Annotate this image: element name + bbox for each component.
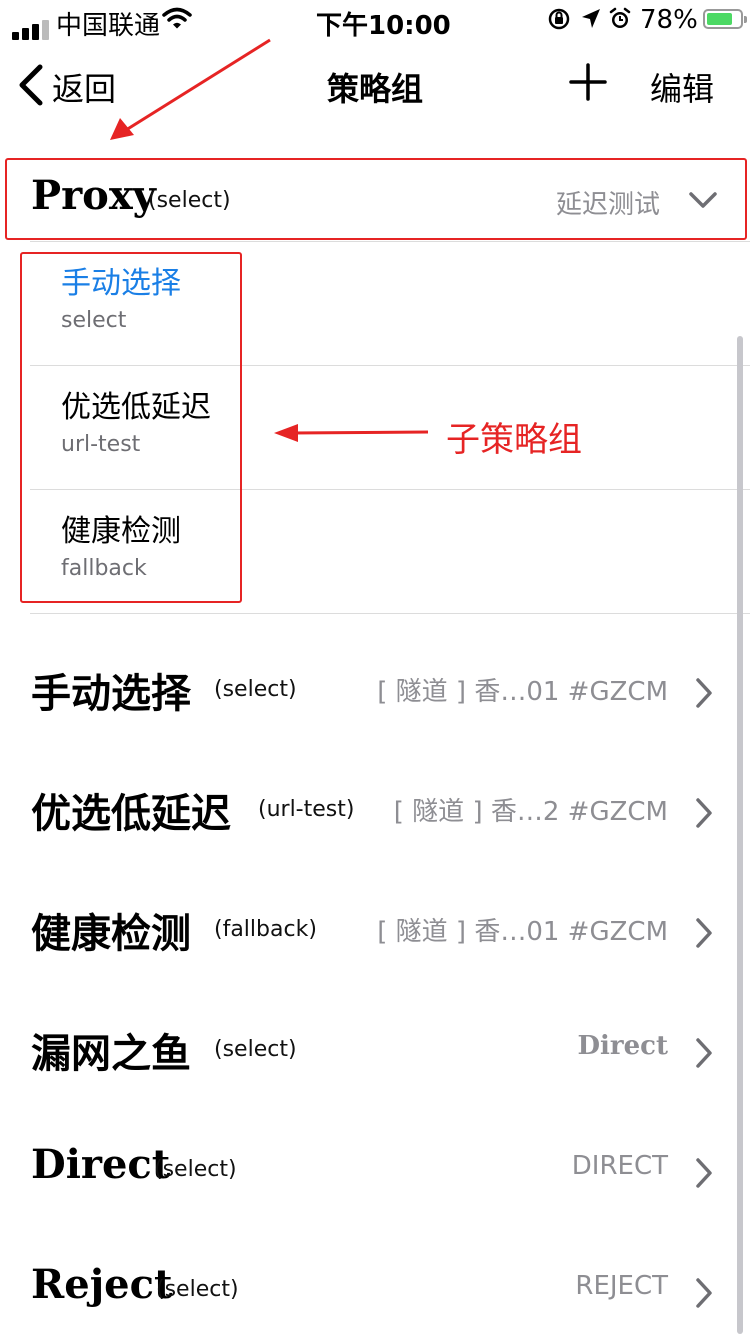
group-current-value: [ 隧道 ] 香…2 #GZCM	[393, 797, 668, 827]
group-current-value: Direct	[577, 1031, 668, 1061]
wifi-icon	[162, 6, 192, 37]
group-name: 优选低延迟	[31, 791, 231, 837]
group-current-value: [ 隧道 ] 香…01 #GZCM	[377, 917, 668, 947]
group-row-fallback[interactable]: 健康检测 (fallback) [ 隧道 ] 香…01 #GZCM	[0, 873, 740, 993]
group-name: Direct	[31, 1141, 171, 1188]
chevron-right-icon	[694, 1157, 714, 1193]
plus-icon	[568, 63, 608, 106]
group-name: Reject	[31, 1261, 173, 1308]
annotation-label: 子策略组	[446, 420, 582, 460]
chevron-right-icon	[694, 677, 714, 713]
group-current-value: REJECT	[575, 1271, 668, 1301]
rotation-lock-icon	[547, 7, 571, 38]
carrier-name: 中国联通	[56, 11, 161, 41]
group-type: (url-test)	[258, 797, 355, 822]
edit-button[interactable]: 编辑	[650, 64, 714, 110]
chevron-right-icon	[694, 1037, 714, 1073]
battery-charging-icon	[703, 9, 747, 29]
clock: 下午10:00	[316, 11, 451, 41]
divider	[30, 613, 750, 614]
group-row-manual[interactable]: 手动选择 (select) [ 隧道 ] 香…01 #GZCM	[0, 633, 740, 753]
page-title: 策略组	[326, 70, 423, 108]
location-icon	[580, 7, 602, 38]
scrollbar[interactable]	[737, 336, 743, 1334]
group-type: (select)	[156, 1277, 239, 1302]
signal-icon	[12, 10, 52, 40]
group-current-value: [ 隧道 ] 香…01 #GZCM	[377, 677, 668, 707]
chevron-right-icon	[694, 1277, 714, 1313]
add-button[interactable]	[568, 62, 608, 106]
group-type: (fallback)	[214, 917, 317, 942]
screen: 中国联通 下午10:00 78% 返回 策略组 编辑 Proxy (select…	[0, 0, 750, 1334]
annotation-box-proxy	[5, 158, 747, 240]
group-name: 漏网之鱼	[31, 1031, 191, 1077]
group-current-value: DIRECT	[571, 1151, 668, 1181]
group-row-final[interactable]: 漏网之鱼 (select) Direct	[0, 993, 740, 1113]
group-type: (select)	[214, 677, 297, 702]
chevron-right-icon	[694, 797, 714, 833]
battery-percent: 78%	[640, 5, 698, 35]
status-bar: 中国联通 下午10:00 78%	[0, 0, 750, 41]
group-row-url-test[interactable]: 优选低延迟 (url-test) [ 隧道 ] 香…2 #GZCM	[0, 753, 740, 873]
group-name: 手动选择	[31, 671, 191, 717]
group-row-reject[interactable]: Reject (select) REJECT	[0, 1233, 740, 1334]
chevron-right-icon	[694, 917, 714, 953]
group-type: (select)	[154, 1157, 237, 1182]
group-type: (select)	[214, 1037, 297, 1062]
group-name: 健康检测	[31, 911, 191, 957]
annotation-box-sub-groups	[20, 252, 242, 603]
navigation-bar: 返回 策略组 编辑	[0, 40, 750, 128]
group-row-direct[interactable]: Direct (select) DIRECT	[0, 1113, 740, 1233]
alarm-icon	[608, 7, 632, 38]
